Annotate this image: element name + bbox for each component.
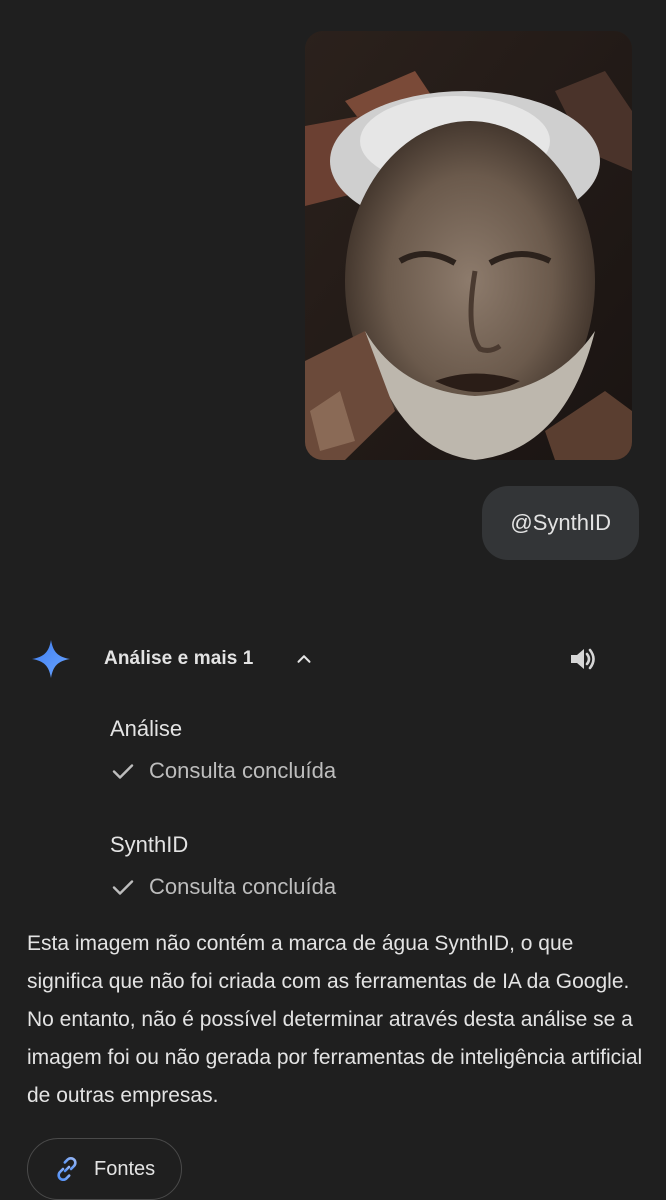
- uploaded-photo[interactable]: [305, 31, 632, 460]
- tool-step: SynthID Consulta concluída: [110, 829, 610, 907]
- sources-button[interactable]: Fontes: [27, 1138, 182, 1200]
- speaker-icon[interactable]: [566, 642, 600, 676]
- step-title: Análise: [110, 716, 183, 741]
- chat-screen: @SynthID Análise e mais 1 Análise Consul…: [0, 0, 666, 1200]
- sources-label: Fontes: [94, 1157, 156, 1180]
- gemini-sparkle-icon: [30, 638, 72, 680]
- tool-step: Análise Consulta concluída: [110, 713, 610, 791]
- step-status: Consulta concluída: [110, 867, 610, 907]
- tool-steps-list: Análise Consulta concluída SynthID Consu…: [110, 713, 610, 945]
- step-status-text: Consulta concluída: [149, 758, 337, 783]
- response-header: Análise e mais 1: [30, 636, 640, 682]
- user-message-bubble: @SynthID: [482, 486, 639, 560]
- check-icon: [110, 874, 136, 900]
- tools-summary-label[interactable]: Análise e mais 1: [104, 648, 253, 670]
- step-title: SynthID: [110, 832, 189, 857]
- chevron-up-icon[interactable]: [291, 646, 317, 672]
- check-icon: [110, 758, 136, 784]
- elderly-man-photo-icon: [305, 31, 632, 460]
- response-text: Esta imagem não contém a marca de água S…: [27, 932, 643, 1107]
- step-status: Consulta concluída: [110, 751, 610, 791]
- step-status-text: Consulta concluída: [149, 874, 337, 899]
- link-icon: [52, 1154, 82, 1184]
